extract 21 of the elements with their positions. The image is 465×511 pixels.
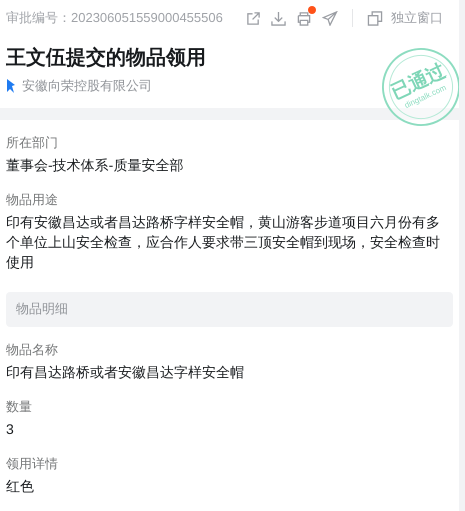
field-value: 印有安徽昌达或者昌达路桥字样安全帽，黄山游客步道项目六月份有多个单位上山安全检查，应合作人要求带三顶安全帽到现场，安全检查时使用	[6, 212, 441, 272]
field-label: 所在部门	[6, 134, 59, 152]
page-title: 王文伍提交的物品领用	[6, 46, 207, 71]
independent-window-button[interactable]: 独立窗口	[367, 8, 443, 28]
approval-number: 审批编号：202306051559000455506	[6, 9, 224, 28]
field-value: 印有昌达路桥或者安徽昌达字样安全帽	[6, 362, 245, 382]
field-label: 物品用途	[6, 190, 59, 208]
printer-icon[interactable]	[296, 10, 312, 26]
field-value: 红色	[6, 476, 35, 496]
field-value: 3	[6, 420, 15, 438]
field-label: 物品名称	[6, 340, 59, 358]
window-icon	[367, 10, 383, 26]
company-icon	[6, 78, 16, 93]
field-label: 数量	[6, 398, 33, 416]
field-label: 领用详情	[6, 454, 59, 472]
field-value: 董事会-技术体系-质量安全部	[6, 156, 184, 174]
section-header: 物品明细	[6, 292, 453, 326]
send-icon[interactable]	[322, 10, 338, 26]
company-name: 安徽向荣控股有限公司	[22, 77, 152, 95]
share-icon[interactable]	[246, 10, 261, 26]
download-icon[interactable]	[271, 10, 286, 26]
